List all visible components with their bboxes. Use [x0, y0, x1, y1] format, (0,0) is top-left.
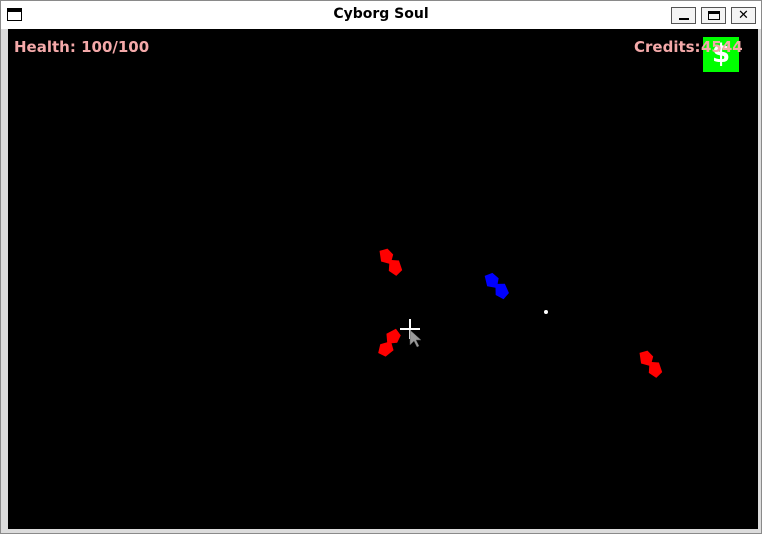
close-icon: ✕	[738, 8, 749, 23]
player-ship	[484, 272, 509, 300]
title-bar[interactable]: Cyborg Soul ✕	[1, 1, 761, 29]
enemy-ship	[379, 248, 403, 276]
bullet	[544, 310, 548, 314]
enemy-ship	[639, 350, 663, 378]
sprite-layer	[378, 248, 663, 378]
close-button[interactable]: ✕	[731, 7, 756, 24]
game-window: Cyborg Soul ✕ Health: 100/100 Credits: $…	[0, 0, 762, 534]
game-canvas[interactable]: Health: 100/100 Credits: $ 4544	[8, 29, 758, 529]
minimize-button[interactable]	[671, 7, 696, 24]
enemy-ship	[378, 328, 401, 357]
maximize-button[interactable]	[701, 7, 726, 24]
window-title: Cyborg Soul	[333, 6, 429, 22]
maximize-icon	[708, 11, 720, 20]
mouse-cursor-icon	[409, 329, 422, 348]
minimize-icon	[679, 18, 689, 20]
